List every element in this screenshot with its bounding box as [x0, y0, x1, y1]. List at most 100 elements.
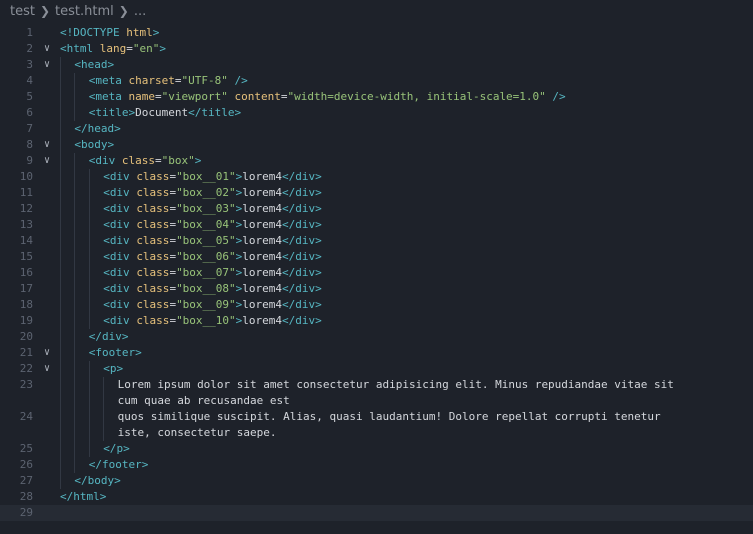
token: </	[103, 442, 117, 455]
token: lorem4	[242, 202, 283, 215]
code-line[interactable]: 25 </p>	[0, 441, 753, 457]
code-line[interactable]: 8 ∨ <body>	[0, 137, 753, 153]
indent-guide	[74, 89, 76, 105]
code-line[interactable]: 22 ∨ <p>	[0, 361, 753, 377]
indent-guide	[60, 249, 61, 265]
code-line[interactable]: 19 <div class="box__10">lorem4</div>	[0, 313, 753, 329]
code-line[interactable]: 15 <div class="box__06">lorem4</div>	[0, 249, 753, 265]
indent-guide	[88, 297, 90, 313]
token: >	[107, 138, 115, 151]
token: Document	[135, 106, 189, 119]
code-line[interactable]: 24 quos similique suscipit. Alias, quasi …	[0, 409, 753, 425]
breadcrumb-file[interactable]: test.html	[55, 4, 114, 19]
indent-guide	[60, 441, 61, 457]
code-line[interactable]: 14 <div class="box__05">lorem4</div>	[0, 233, 753, 249]
code-line[interactable]: 13 <div class="box__04">lorem4</div>	[0, 217, 753, 233]
line-number: 12	[19, 202, 33, 215]
indent-guide	[88, 217, 90, 233]
fold-chevron-icon[interactable]: ∨	[40, 41, 54, 57]
fold-chevron-icon[interactable]: ∨	[40, 137, 54, 153]
code-line[interactable]: 29	[0, 505, 753, 521]
token: DOCTYPE	[73, 26, 120, 39]
code-text: </body>	[74, 473, 120, 489]
fold-chevron-icon[interactable]: ∨	[40, 361, 54, 377]
code-text: <meta charset="UTF-8" />	[89, 73, 248, 89]
line-number: 2	[26, 42, 33, 55]
code-line[interactable]: 12 <div class="box__03">lorem4</div>	[0, 201, 753, 217]
code-text: <!DOCTYPE html>	[60, 25, 159, 41]
token: >	[99, 490, 107, 503]
line-number: 21	[19, 346, 33, 359]
token: body	[81, 138, 108, 151]
fold-chevron-icon[interactable]: ∨	[40, 57, 54, 73]
code-text: <div class="box__06">lorem4</div>	[103, 249, 322, 265]
token: </	[282, 186, 296, 199]
indent-guide	[60, 457, 61, 473]
code-line[interactable]: 16 <div class="box__07">lorem4</div>	[0, 265, 753, 281]
code-text: <div class="box__08">lorem4</div>	[103, 281, 322, 297]
token: <	[103, 170, 110, 183]
code-line[interactable]: 27 </body>	[0, 473, 753, 489]
token: >	[315, 186, 322, 199]
indent-guide	[74, 297, 76, 313]
code-text: <div class="box">	[89, 153, 202, 169]
token: class	[136, 250, 170, 263]
token: "box__09"	[176, 298, 236, 311]
code-editor[interactable]: 1 <!DOCTYPE html> 2 ∨ <html lang="en"> 3 ∨ <hea…	[0, 22, 753, 534]
line-number: 14	[19, 234, 33, 247]
indent-guide	[88, 233, 90, 249]
code-line[interactable]: cum quae ab recusandae est	[0, 393, 753, 409]
code-text: </html>	[60, 489, 106, 505]
token: </	[74, 474, 88, 487]
code-line[interactable]: 20 </div>	[0, 329, 753, 345]
token: "viewport"	[161, 90, 228, 103]
indent-guide	[60, 425, 61, 441]
line-number: 23	[19, 378, 33, 391]
code-line[interactable]: 18 <div class="box__09">lorem4</div>	[0, 297, 753, 313]
code-line[interactable]: 4 <meta charset="UTF-8" />	[0, 73, 753, 89]
token: <	[103, 266, 110, 279]
token: footer	[95, 346, 136, 359]
code-line[interactable]: 23 Lorem ipsum dolor sit amet consectetur…	[0, 377, 753, 393]
code-line[interactable]: 28 </html>	[0, 489, 753, 505]
token: div	[109, 266, 130, 279]
token: </	[88, 330, 103, 343]
token: div	[109, 218, 130, 231]
code-line[interactable]: 9 ∨ <div class="box">	[0, 153, 753, 169]
token: html	[126, 26, 153, 39]
code-line[interactable]: 10 <div class="box__01">lorem4</div>	[0, 169, 753, 185]
code-text: <div class="box__04">lorem4</div>	[103, 217, 322, 233]
code-line[interactable]: 6 <title>Document</title>	[0, 105, 753, 121]
token: div	[295, 218, 316, 231]
code-line[interactable]: 2 ∨ <html lang="en">	[0, 41, 753, 57]
token: cum quae ab recusandae est	[117, 394, 290, 407]
code-line[interactable]: 7 </head>	[0, 121, 753, 137]
token: div	[295, 170, 316, 183]
code-line[interactable]: 21 ∨ <footer>	[0, 345, 753, 361]
code-line[interactable]: 3 ∨ <head>	[0, 57, 753, 73]
fold-chevron-icon[interactable]: ∨	[40, 153, 54, 169]
token: class	[136, 218, 170, 231]
code-line[interactable]: 1 <!DOCTYPE html>	[0, 25, 753, 41]
token: class	[136, 202, 170, 215]
code-text: <div class="box__10">lorem4</div>	[103, 313, 322, 329]
breadcrumb-folder[interactable]: test	[10, 4, 35, 19]
indent-guide	[74, 233, 76, 249]
token: </	[188, 106, 202, 119]
token: =	[126, 42, 133, 55]
indent-guide	[88, 377, 90, 393]
code-line[interactable]: 5 <meta name="viewport" content="width=de…	[0, 89, 753, 105]
token: div	[295, 266, 316, 279]
code-text: <div class="box__07">lorem4</div>	[103, 265, 322, 281]
token: >	[315, 282, 322, 295]
code-line[interactable]: 17 <div class="box__08">lorem4</div>	[0, 281, 753, 297]
token: lorem4	[242, 170, 283, 183]
token: >	[114, 122, 121, 135]
breadcrumb-more[interactable]: ...	[134, 4, 146, 19]
code-line[interactable]: 11 <div class="box__02">lorem4</div>	[0, 185, 753, 201]
code-line[interactable]: iste, consectetur saepe.	[0, 425, 753, 441]
token: lorem4	[242, 266, 283, 279]
fold-chevron-icon[interactable]: ∨	[40, 345, 54, 361]
code-line[interactable]: 26 </footer>	[0, 457, 753, 473]
